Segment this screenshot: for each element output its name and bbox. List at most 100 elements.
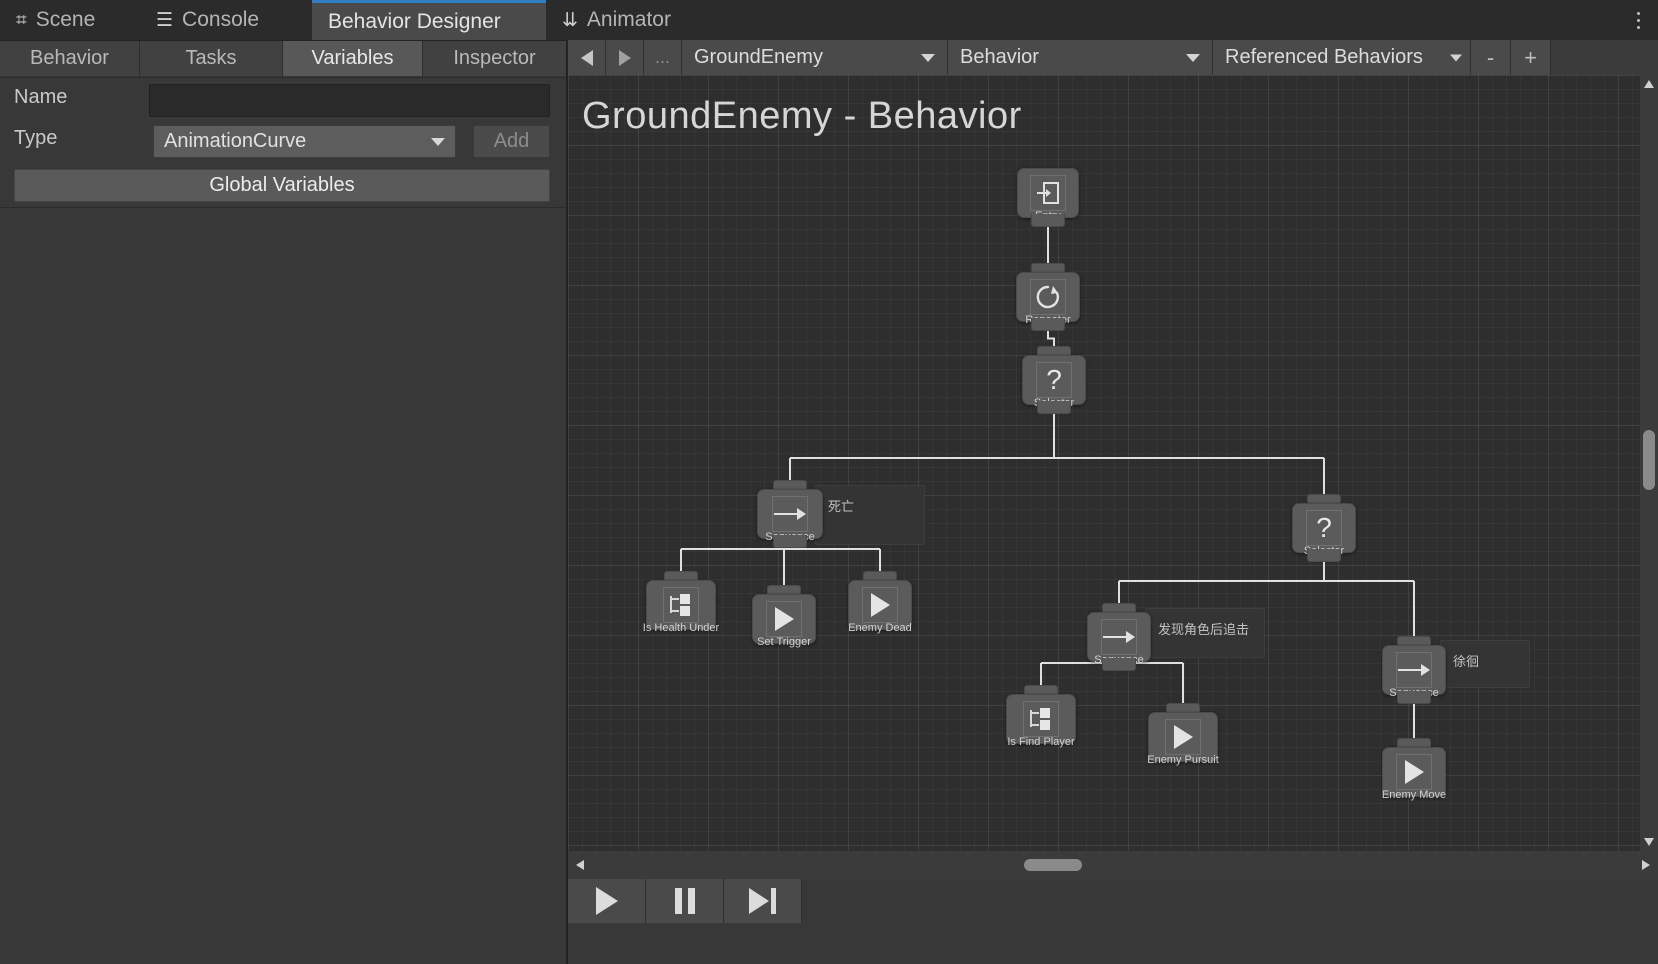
behavior-target-dropdown[interactable]: GroundEnemy xyxy=(682,40,948,75)
window-tab-animator[interactable]: ⇊ Animator xyxy=(546,0,1658,40)
node-output-port[interactable] xyxy=(773,535,807,548)
tree-node-seq_death[interactable]: Sequence xyxy=(757,480,823,548)
variable-type-dropdown[interactable]: AnimationCurve xyxy=(153,125,456,158)
horizontal-scroll-track[interactable] xyxy=(594,851,1632,879)
tree-node-seq_chase[interactable]: Sequence xyxy=(1087,603,1151,671)
node-body[interactable]: Is Health Under xyxy=(643,580,719,634)
action-icon xyxy=(1149,719,1217,755)
tab-behavior[interactable]: Behavior xyxy=(0,41,140,76)
condition-icon xyxy=(647,587,715,623)
tree-node-trigger[interactable]: Set Trigger xyxy=(752,585,816,648)
node-output-port[interactable] xyxy=(1307,549,1341,562)
node-body[interactable]: Repeater xyxy=(1016,272,1080,326)
variable-type-row: Type xyxy=(14,127,57,150)
node-body[interactable]: Entry xyxy=(1017,168,1079,222)
node-comment-c_chase[interactable]: 发现角色后追击 xyxy=(1145,608,1265,658)
window-tab-behavior-designer[interactable]: Behavior Designer xyxy=(312,0,546,40)
global-variables-button[interactable]: Global Variables xyxy=(14,169,550,202)
scroll-up-icon[interactable] xyxy=(1644,80,1654,88)
referenced-behaviors-dropdown[interactable]: Referenced Behaviors xyxy=(1213,40,1471,75)
node-body[interactable]: Sequence xyxy=(757,489,823,543)
tree-node-seq_wander[interactable]: Sequence xyxy=(1382,636,1446,704)
tab-label: Tasks xyxy=(185,47,237,69)
console-icon: ☰ xyxy=(156,9,174,31)
node-body[interactable]: Sequence xyxy=(1382,645,1446,699)
node-output-port[interactable] xyxy=(1397,691,1431,704)
action-icon xyxy=(1383,754,1445,790)
node-output-port[interactable] xyxy=(1031,214,1065,227)
node-label: Enemy Move xyxy=(1381,789,1447,801)
sub-tab-bar: Behavior Tasks Variables Inspector xyxy=(0,41,567,76)
step-button[interactable] xyxy=(724,879,802,923)
behavior-target-value: GroundEnemy xyxy=(694,46,823,68)
tab-tasks[interactable]: Tasks xyxy=(140,41,283,76)
tree-node-pursuit[interactable]: Enemy Pursuit xyxy=(1147,703,1219,766)
tab-variables[interactable]: Variables xyxy=(283,41,423,76)
question-icon: ? xyxy=(1293,510,1355,546)
scroll-left-icon[interactable] xyxy=(576,860,584,870)
overflow-button[interactable]: ... xyxy=(644,40,682,75)
window-tab-bar: ⌗ Scene ☰ Console Behavior Designer ⇊ An… xyxy=(0,0,1658,40)
node-body[interactable]: Enemy Dead xyxy=(848,580,912,634)
zoom-in-button[interactable]: + xyxy=(1511,40,1551,75)
tree-node-dead[interactable]: Enemy Dead xyxy=(848,571,912,634)
referenced-behaviors-value: Referenced Behaviors xyxy=(1225,46,1423,68)
tree-node-repeater[interactable]: Repeater xyxy=(1016,263,1080,331)
add-variable-button[interactable]: Add xyxy=(473,125,550,158)
node-body[interactable]: Enemy Move xyxy=(1382,747,1446,801)
tab-label: Inspector xyxy=(453,47,536,69)
node-comment-c_wander[interactable]: 徐徊 xyxy=(1440,640,1530,688)
scroll-right-icon[interactable] xyxy=(1642,860,1650,870)
tab-label: Behavior xyxy=(30,47,109,69)
vertical-scroll-thumb[interactable] xyxy=(1643,430,1655,490)
window-menu-button[interactable] xyxy=(1626,4,1650,36)
plus-label: + xyxy=(1524,44,1537,70)
entry-icon xyxy=(1018,175,1078,211)
play-icon xyxy=(595,887,618,915)
comment-text: 发现角色后追击 xyxy=(1158,622,1250,637)
node-body[interactable]: ?Selector xyxy=(1292,503,1356,557)
horizontal-scroll-thumb[interactable] xyxy=(1024,859,1082,871)
tree-node-move[interactable]: Enemy Move xyxy=(1382,738,1446,801)
node-body[interactable]: Sequence xyxy=(1087,612,1151,666)
tree-node-health[interactable]: Is Health Under xyxy=(643,571,719,634)
behavior-component-dropdown[interactable]: Behavior xyxy=(948,40,1213,75)
node-body[interactable]: Is Find Player xyxy=(1006,694,1076,748)
nav-back-button[interactable] xyxy=(568,40,606,75)
page-title: GroundEnemy - Behavior xyxy=(582,95,1022,137)
play-button[interactable] xyxy=(568,879,646,923)
window-tab-scene[interactable]: ⌗ Scene xyxy=(0,0,140,40)
nav-forward-button[interactable] xyxy=(606,40,644,75)
tree-node-selector2[interactable]: ?Selector xyxy=(1292,494,1356,562)
horizontal-scrollbar[interactable] xyxy=(568,851,1658,879)
tab-label: Variables xyxy=(311,47,394,69)
behavior-component-value: Behavior xyxy=(960,46,1039,68)
graph-toolbar: ... GroundEnemy Behavior Referenced Beha… xyxy=(568,40,1658,75)
scroll-down-icon[interactable] xyxy=(1644,838,1654,846)
arrow-icon xyxy=(1088,619,1150,655)
node-body[interactable]: Enemy Pursuit xyxy=(1147,712,1219,766)
vertical-scrollbar[interactable] xyxy=(1640,75,1658,851)
node-output-port[interactable] xyxy=(1037,401,1071,414)
node-body[interactable]: ?Selector xyxy=(1022,355,1086,409)
variable-name-input[interactable] xyxy=(149,84,550,117)
chevron-down-icon xyxy=(1450,54,1462,61)
arrow-icon xyxy=(758,496,822,532)
node-label: Is Health Under xyxy=(642,622,720,634)
zoom-out-button[interactable]: - xyxy=(1471,40,1511,75)
chevron-down-icon xyxy=(921,53,935,62)
node-output-port[interactable] xyxy=(1102,658,1136,671)
window-tab-label: Scene xyxy=(35,8,96,31)
node-body[interactable]: Set Trigger xyxy=(752,594,816,648)
node-label: Is Find Player xyxy=(1007,736,1075,748)
node-output-port[interactable] xyxy=(1031,318,1065,331)
behavior-tree-canvas[interactable]: GroundEnemy - Behavior 死亡发现角色后追击徐徊 Entry… xyxy=(568,75,1658,851)
tree-node-findplayer[interactable]: Is Find Player xyxy=(1006,685,1076,748)
window-tab-console[interactable]: ☰ Console xyxy=(140,0,312,40)
pause-button[interactable] xyxy=(646,879,724,923)
tree-node-selector1[interactable]: ?Selector xyxy=(1022,346,1086,414)
tab-inspector[interactable]: Inspector xyxy=(423,41,567,76)
tree-node-entry[interactable]: Entry xyxy=(1017,168,1079,227)
node-comment-c_death[interactable]: 死亡 xyxy=(815,485,925,545)
chevron-down-icon xyxy=(1186,53,1200,62)
